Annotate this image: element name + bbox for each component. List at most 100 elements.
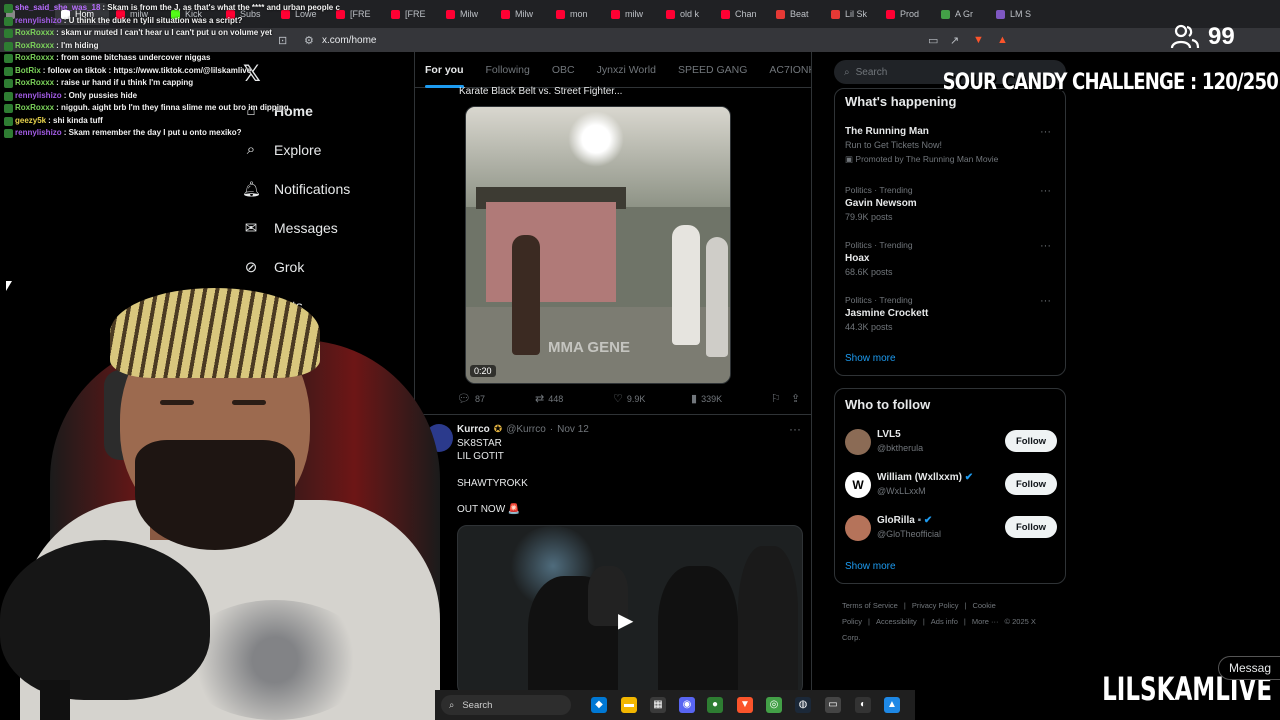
- file-explorer-icon[interactable]: ▬: [621, 697, 637, 713]
- follow-button[interactable]: Follow: [1005, 473, 1057, 495]
- browser-tab[interactable]: old k: [660, 3, 714, 25]
- follow-suggestion[interactable]: GloRilla ▪ ✔ @GloTheofficial Follow: [845, 513, 1057, 543]
- chat-username[interactable]: RoxRoxxx: [15, 27, 54, 40]
- browser-tab[interactable]: Milw: [495, 3, 549, 25]
- app-icon[interactable]: ▭: [825, 697, 841, 713]
- browser-tab[interactable]: Milw: [440, 3, 494, 25]
- repost-button[interactable]: ⇄ 448: [535, 392, 563, 405]
- chat-message: RoxRoxxx: I'm hiding: [0, 40, 340, 53]
- chat-username[interactable]: BotRix: [15, 65, 41, 78]
- follow-button[interactable]: Follow: [1005, 516, 1057, 538]
- footer-link[interactable]: Privacy Policy: [912, 601, 959, 610]
- nav-messages[interactable]: ✉ Messages: [242, 219, 338, 237]
- chat-username[interactable]: she_said_she_was_18: [15, 2, 100, 15]
- copilot-icon[interactable]: ◆: [591, 697, 607, 713]
- nav-notifications[interactable]: 🔔︎ Notifications: [242, 180, 350, 198]
- show-more-link[interactable]: Show more: [845, 353, 896, 364]
- follow-suggestion[interactable]: LVL5 @bktherula Follow: [845, 427, 1057, 457]
- like-button[interactable]: ♡ 9.9K: [613, 392, 645, 405]
- trend-item[interactable]: Politics · Trending Jasmine Crockett 44.…: [845, 295, 1057, 332]
- eyebrow: [232, 400, 266, 405]
- footer-link[interactable]: Ads info: [931, 617, 958, 626]
- tab-ac7ionhou[interactable]: AC7IONHOU: [769, 52, 811, 88]
- steam-icon[interactable]: ◍: [795, 697, 811, 713]
- trend-name: Jasmine Crockett: [845, 308, 929, 319]
- more-icon[interactable]: ···: [1040, 126, 1051, 138]
- browser-tab[interactable]: Beat: [770, 3, 824, 25]
- play-icon[interactable]: ▶: [618, 608, 644, 634]
- reply-button[interactable]: 💬︎ 87: [457, 392, 485, 405]
- heart-icon: ♡: [613, 393, 623, 405]
- chat-text: : U think the duke n tylil situation was…: [63, 15, 243, 25]
- video-person: [658, 566, 738, 694]
- tab-jynxzi-world[interactable]: Jynxzi World: [597, 52, 656, 88]
- store-icon[interactable]: ▦: [650, 697, 666, 713]
- chat-username[interactable]: RoxRoxxx: [15, 52, 54, 65]
- views-button[interactable]: ▮ 339K: [691, 392, 722, 405]
- footer-separator: |: [868, 617, 870, 626]
- chat-username[interactable]: RoxRoxxx: [15, 40, 54, 53]
- chat-username[interactable]: geezy5k: [15, 115, 46, 128]
- photos-icon[interactable]: ▲: [884, 697, 900, 713]
- search-icon: ⌕: [246, 141, 256, 158]
- browser-tab[interactable]: LM S: [990, 3, 1044, 25]
- more-icon[interactable]: ···: [1040, 295, 1051, 307]
- nav-explore[interactable]: ⌕ Explore: [242, 141, 322, 158]
- chat-username[interactable]: rennylishizo: [15, 15, 62, 28]
- browser-tab[interactable]: mon: [550, 3, 604, 25]
- avatar[interactable]: [845, 515, 871, 541]
- post-video[interactable]: ▶: [457, 525, 803, 695]
- author-name[interactable]: Kurrco: [457, 424, 490, 435]
- app-icon[interactable]: ●: [707, 697, 723, 713]
- browser-tab[interactable]: A Gr: [935, 3, 989, 25]
- messages-drawer[interactable]: Messag: [1218, 656, 1280, 680]
- brave-shield-icon[interactable]: ▼: [973, 34, 984, 46]
- footer-link[interactable]: Terms of Service: [842, 601, 898, 610]
- trend-category: Politics · Trending: [845, 240, 913, 250]
- follow-button[interactable]: Follow: [1005, 430, 1057, 452]
- footer-link[interactable]: Accessibility: [876, 617, 917, 626]
- tab-following[interactable]: Following: [486, 52, 530, 88]
- chat-username[interactable]: rennylishizo: [15, 127, 62, 140]
- panel-title: What's happening: [845, 94, 957, 109]
- browser-tab[interactable]: Prod: [880, 3, 934, 25]
- show-more-link[interactable]: Show more: [845, 561, 896, 572]
- chat-text: : from some bitchass undercover niggas: [56, 53, 211, 62]
- trend-name: Hoax: [845, 253, 870, 264]
- author-handle[interactable]: @Kurrco: [506, 424, 546, 435]
- browser-tab[interactable]: Chan: [715, 3, 769, 25]
- trend-count: 79.9K posts: [845, 212, 893, 222]
- app-icon[interactable]: ◎: [766, 697, 782, 713]
- discord-icon[interactable]: ◉: [679, 697, 695, 713]
- more-icon[interactable]: ···: [789, 422, 801, 436]
- post-video[interactable]: MMA GENE 0:20: [465, 106, 731, 384]
- rewards-icon[interactable]: ▲: [997, 34, 1008, 46]
- browser-tab[interactable]: [FRE: [385, 3, 439, 25]
- taskbar-search[interactable]: ⌕ Search: [441, 695, 571, 715]
- browser-tab[interactable]: milw: [605, 3, 659, 25]
- share-icon[interactable]: ↗: [950, 34, 959, 47]
- browser-tab[interactable]: Lil Sk: [825, 3, 879, 25]
- app-icon[interactable]: ◐: [855, 697, 871, 713]
- bookmark-button[interactable]: ⚐: [771, 392, 781, 405]
- chat-username[interactable]: RoxRoxxx: [15, 102, 54, 115]
- screen-icon[interactable]: ▭: [928, 34, 938, 47]
- trend-item[interactable]: Politics · Trending Hoax 68.6K posts ···: [845, 240, 1057, 277]
- share-button[interactable]: ⇪: [791, 392, 800, 405]
- more-icon[interactable]: ···: [1040, 240, 1051, 252]
- footer-link[interactable]: More ···: [972, 617, 999, 626]
- tab-obc[interactable]: OBC: [552, 52, 575, 88]
- brave-icon[interactable]: ▼: [737, 697, 753, 713]
- avatar[interactable]: [845, 429, 871, 455]
- post-date[interactable]: Nov 12: [557, 424, 589, 435]
- trend-item[interactable]: Politics · Trending Gavin Newsom 79.9K p…: [845, 185, 1057, 222]
- tab-for-you[interactable]: For you: [425, 52, 464, 88]
- follow-suggestion[interactable]: W William (Wxllxxm) ✔ @WxLLxxM Follow: [845, 470, 1057, 500]
- more-icon[interactable]: ···: [1040, 185, 1051, 197]
- chat-text: : Skam remember the day I put u onto mex…: [63, 128, 242, 137]
- trend-item[interactable]: The Running Man Run to Get Tickets Now! …: [845, 126, 1057, 165]
- avatar[interactable]: W: [845, 472, 871, 498]
- chat-username[interactable]: RoxRoxxx: [15, 77, 54, 90]
- tab-speed-gang[interactable]: SPEED GANG: [678, 52, 747, 88]
- chat-username[interactable]: rennylishizo: [15, 90, 62, 103]
